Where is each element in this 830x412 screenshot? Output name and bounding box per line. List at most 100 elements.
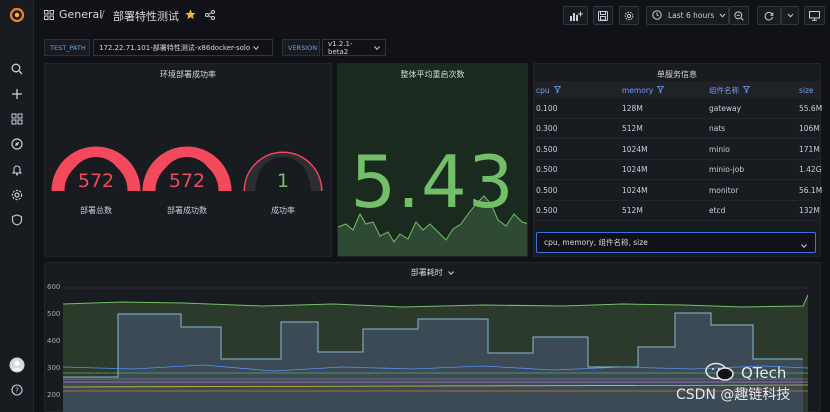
table-cell: 1.42G [799, 165, 822, 175]
shield-icon[interactable] [9, 212, 25, 228]
version-variable-label: VERSION [282, 39, 320, 56]
column-header-component[interactable]: 组件名称 [709, 82, 751, 98]
chevron-down-icon [719, 11, 726, 20]
table-cell: 56.1M [799, 185, 823, 195]
y-axis-tick: 400 [47, 337, 61, 345]
gauge-label: 部署成功数 [167, 206, 207, 215]
column-header-label: size [799, 85, 814, 95]
tv-mode-button[interactable] [804, 6, 825, 25]
table-cell: 512M [622, 124, 643, 134]
table-cell: gateway [709, 104, 742, 113]
table-cell: 0.300 [536, 124, 558, 134]
test-path-variable-label: TEST_PATH [44, 39, 90, 56]
explore-icon[interactable] [9, 136, 25, 152]
gauge-value: 572 [168, 170, 206, 192]
top-navbar: General / 部署特性测试 Last 6 hours [34, 0, 830, 32]
table-cell: minio-job [709, 165, 745, 175]
dashboard-title[interactable]: 部署特性测试 [113, 8, 179, 24]
save-dashboard-button[interactable] [593, 6, 613, 25]
columns-filter-select[interactable]: cpu, memory, 组件名称, size [536, 232, 816, 253]
gauge-value: 1 [276, 170, 290, 192]
settings-gear-icon[interactable] [9, 187, 25, 203]
version-variable-select[interactable]: v1.2.1-beta2 [322, 39, 386, 56]
plus-icon[interactable] [9, 86, 25, 102]
star-icon[interactable] [185, 9, 196, 22]
table-cell: monitor [709, 185, 739, 195]
help-icon[interactable]: ? [9, 382, 25, 398]
dashboards-grid-icon [44, 10, 54, 22]
breadcrumb-separator: / [101, 8, 105, 21]
table-cell: 1024M [622, 165, 648, 175]
table-cell: 0.100 [536, 104, 558, 113]
panel-title[interactable]: 部署耗时 [45, 267, 820, 278]
column-header-label: cpu [536, 85, 550, 95]
table-cell: etcd [709, 206, 726, 215]
column-header-memory[interactable]: memory [622, 82, 665, 98]
filter-icon[interactable] [553, 85, 561, 95]
table-cell: 0.500 [536, 185, 558, 195]
table-header-row [533, 81, 821, 98]
gauge-value: 572 [77, 170, 115, 192]
avg-restarts-panel: 整体平均重启次数 5.43 [337, 63, 528, 257]
table-cell: 132M [799, 206, 820, 215]
table-cell: minio [709, 144, 730, 154]
gauge-label: 成功率 [271, 206, 295, 215]
table-cell: 106M [799, 124, 820, 134]
alerting-bell-icon[interactable] [9, 162, 25, 178]
table-row-divider [533, 220, 821, 221]
refresh-button[interactable] [757, 6, 781, 25]
y-axis-tick: 600 [47, 283, 61, 291]
version-value: v1.2.1-beta2 [328, 39, 353, 56]
breadcrumb-folder[interactable]: General [59, 8, 102, 21]
filter-icon[interactable] [657, 85, 665, 95]
user-avatar[interactable] [9, 357, 25, 373]
filter-icon[interactable] [742, 85, 751, 95]
panel-title-text: 部署耗时 [410, 268, 443, 277]
zoom-out-button[interactable] [729, 6, 749, 25]
y-axis-tick: 300 [47, 364, 61, 372]
column-header-label: memory [622, 85, 654, 95]
table-cell: 171M [799, 144, 820, 154]
table-row-divider [533, 118, 821, 119]
column-header-cpu[interactable]: cpu [536, 82, 561, 98]
column-header-size[interactable]: size [799, 82, 814, 98]
table-cell: 55.6M [799, 104, 823, 113]
test-path-variable-select[interactable]: 172.22.71.101-部署特性测试-x86docker-solo [93, 39, 273, 56]
y-axis-tick: 500 [47, 310, 61, 318]
table-cell: 0.500 [536, 165, 558, 175]
gauges-svg [51, 146, 323, 209]
chevron-down-icon [374, 44, 380, 52]
sidebar: ? [0, 0, 34, 412]
table-cell: 512M [622, 206, 643, 215]
panel-title[interactable]: 单服务信息 [534, 69, 820, 80]
gauge-label: 部署总数 [80, 206, 112, 215]
table-cell: 0.500 [536, 144, 558, 154]
table-cell: 1024M [622, 185, 648, 195]
grafana-logo-icon[interactable] [9, 7, 25, 23]
table-cell: 0.500 [536, 206, 558, 215]
table-cell: 128M [622, 104, 643, 113]
search-icon[interactable] [9, 61, 25, 77]
wechat-logo [705, 362, 735, 382]
table-row-divider [533, 138, 821, 140]
watermark-csdn: CSDN @趣链科技 [676, 387, 791, 403]
table-cell: 1024M [622, 144, 648, 154]
time-picker-button[interactable]: Last 6 hours [646, 6, 729, 25]
share-icon[interactable] [205, 10, 215, 22]
table-row-divider [533, 179, 821, 181]
dashboards-icon[interactable] [9, 111, 25, 127]
dashboard-settings-button[interactable] [619, 6, 639, 25]
y-axis-tick: 200 [47, 391, 61, 399]
table-cell: nats [709, 124, 726, 134]
avg-restarts-value: 5.43 [350, 140, 515, 224]
test-path-value: 172.22.71.101-部署特性测试-x86docker-solo [99, 43, 251, 52]
chevron-down-icon [253, 44, 259, 52]
table-row-divider [533, 199, 821, 201]
column-header-label: 组件名称 [709, 85, 739, 95]
deploy-success-rate-panel: 环境部署成功率 572 572 1 部署总数 部署成功数 成功率 [44, 63, 332, 257]
columns-filter-value: cpu, memory, 组件名称, size [544, 238, 648, 247]
refresh-interval-dropdown[interactable] [781, 6, 799, 25]
watermark-brand: QTech [741, 364, 787, 382]
add-panel-button[interactable] [563, 6, 588, 25]
chevron-down-icon [448, 268, 455, 277]
